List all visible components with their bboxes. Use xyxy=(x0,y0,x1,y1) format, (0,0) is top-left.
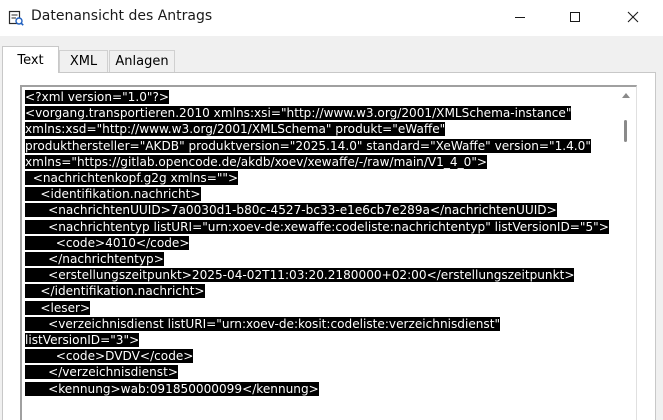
tab-strip: XML Anlagen Text xyxy=(0,46,663,73)
text-line: <nachrichtenkopf.g2g xmlns=""> xyxy=(25,171,239,186)
text-line: <verzeichnisdienst listURI="urn:xoev-de:… xyxy=(25,316,501,331)
text-line: xmlns="https://gitlab.opencode.de/akdb/x… xyxy=(25,154,488,169)
text-line: </nachrichtentyp> xyxy=(25,252,164,267)
maximize-button[interactable] xyxy=(552,0,598,34)
xml-text-content[interactable]: <?xml version="1.0"?> <vorgang.transport… xyxy=(25,89,617,420)
scroll-up-arrow-icon[interactable] xyxy=(622,93,630,98)
text-line: <code>4010</code> xyxy=(25,235,190,250)
close-icon xyxy=(627,11,639,23)
scrollbar-thumb[interactable] xyxy=(624,120,627,142)
text-line: </identifikation.nachricht> xyxy=(25,284,205,299)
text-line: <kennung>wab:091850000099</kennung> xyxy=(25,381,319,396)
text-line: <leser> xyxy=(25,300,91,315)
tab-xml[interactable]: XML xyxy=(59,50,108,72)
maximize-icon xyxy=(570,12,580,22)
text-line: listVersionID="3"> xyxy=(25,333,140,348)
window-title: Datenansicht des Antrags xyxy=(31,8,213,24)
document-view-icon xyxy=(8,10,24,26)
tab-text[interactable]: Text xyxy=(2,46,59,73)
text-line: <erstellungszeitpunkt>2025-04-02T11:03:2… xyxy=(25,268,575,283)
text-line: <identifikation.nachricht> xyxy=(25,187,201,202)
text-line: <nachrichtenUUID>7a0030d1-b80c-4527-bc33… xyxy=(25,203,557,218)
text-line: <nachrichtentyp listURI="urn:xoev-de:xew… xyxy=(25,219,609,234)
tab-anlagen[interactable]: Anlagen xyxy=(109,50,175,72)
minimize-icon xyxy=(515,17,525,18)
text-line: produkthersteller="AKDB" produktversion=… xyxy=(25,138,591,153)
text-line: <vorgang.transportieren.2010 xmlns:xsi="… xyxy=(25,106,572,121)
close-button[interactable] xyxy=(610,0,656,34)
vertical-scrollbar[interactable] xyxy=(618,87,635,420)
title-bar[interactable]: Datenansicht des Antrags xyxy=(0,0,663,36)
text-line: <code>DVDV</code> xyxy=(25,349,194,364)
minimize-button[interactable] xyxy=(497,0,543,34)
xml-text-area[interactable]: <?xml version="1.0"?> <vorgang.transport… xyxy=(20,85,637,420)
text-line: </verzeichnisdienst> xyxy=(25,365,178,380)
text-line: <?xml version="1.0"?> xyxy=(25,90,170,104)
text-line: xmlns:xsd="http://www.w3.org/2001/XMLSch… xyxy=(25,122,446,137)
tab-panel-text: <?xml version="1.0"?> <vorgang.transport… xyxy=(2,72,656,420)
